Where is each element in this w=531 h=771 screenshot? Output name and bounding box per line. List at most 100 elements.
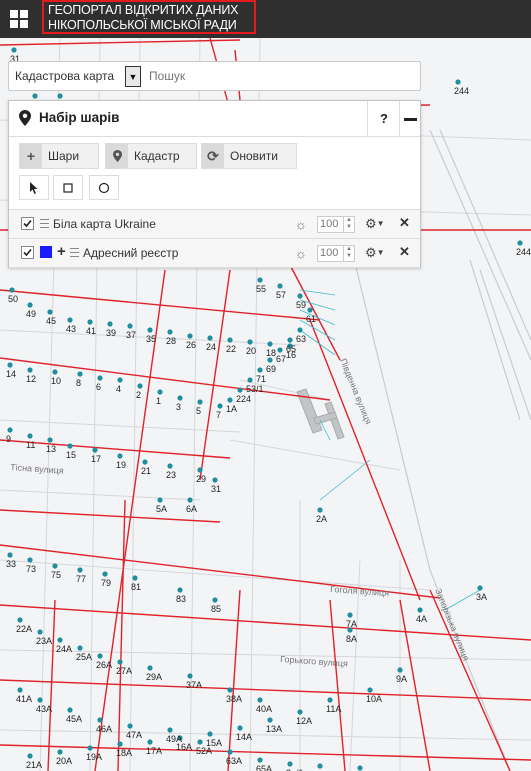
address-point-marker[interactable]: [517, 240, 523, 246]
address-point-marker[interactable]: [177, 395, 183, 401]
address-point-marker[interactable]: [297, 327, 303, 333]
address-point-marker[interactable]: [217, 403, 223, 409]
address-point-marker[interactable]: [127, 323, 133, 329]
search-input[interactable]: [149, 66, 409, 86]
opacity-spinner[interactable]: ▲ ▼: [343, 246, 354, 261]
layer-options-gear-icon[interactable]: ⚙▼: [365, 245, 385, 261]
layer-checkbox[interactable]: [21, 217, 34, 230]
address-point-marker[interactable]: [132, 575, 138, 581]
address-point-marker[interactable]: [142, 459, 148, 465]
address-point-marker[interactable]: [197, 399, 203, 405]
address-point-marker[interactable]: [67, 707, 73, 713]
remove-layer-close-icon[interactable]: ✕: [399, 244, 410, 260]
address-point-marker[interactable]: [77, 567, 83, 573]
pointer-tool-button[interactable]: [19, 175, 49, 200]
address-point-marker[interactable]: [117, 741, 123, 747]
address-point-marker[interactable]: [97, 375, 103, 381]
address-point-marker[interactable]: [357, 765, 363, 771]
address-point-marker[interactable]: [267, 357, 273, 363]
address-point-marker[interactable]: [197, 467, 203, 473]
address-point-marker[interactable]: [197, 739, 203, 745]
address-point-marker[interactable]: [147, 665, 153, 671]
address-point-marker[interactable]: [455, 79, 461, 85]
address-point-marker[interactable]: [77, 371, 83, 377]
address-point-marker[interactable]: [187, 497, 193, 503]
address-point-marker[interactable]: [367, 687, 373, 693]
address-point-marker[interactable]: [47, 437, 53, 443]
address-point-marker[interactable]: [97, 717, 103, 723]
address-point-marker[interactable]: [277, 347, 283, 353]
address-point-marker[interactable]: [177, 587, 183, 593]
opacity-input[interactable]: 100 ▲ ▼: [317, 245, 355, 262]
address-point-marker[interactable]: [27, 433, 33, 439]
address-point-marker[interactable]: [17, 687, 23, 693]
address-point-marker[interactable]: [212, 597, 218, 603]
address-point-marker[interactable]: [287, 761, 293, 767]
address-point-marker[interactable]: [127, 723, 133, 729]
opacity-input[interactable]: 100 ▲ ▼: [317, 216, 355, 233]
rectangle-tool-button[interactable]: [53, 175, 83, 200]
address-point-marker[interactable]: [27, 557, 33, 563]
chevron-down-icon[interactable]: ▼: [125, 66, 141, 87]
address-point-marker[interactable]: [47, 309, 53, 315]
address-point-marker[interactable]: [147, 327, 153, 333]
address-point-marker[interactable]: [157, 389, 163, 395]
address-point-marker[interactable]: [237, 725, 243, 731]
address-point-marker[interactable]: [397, 667, 403, 673]
address-point-marker[interactable]: [307, 307, 313, 313]
address-point-marker[interactable]: [277, 283, 283, 289]
address-point-marker[interactable]: [67, 443, 73, 449]
address-point-marker[interactable]: [37, 629, 43, 635]
address-point-marker[interactable]: [317, 507, 323, 513]
address-point-marker[interactable]: [147, 739, 153, 745]
address-point-marker[interactable]: [227, 337, 233, 343]
address-point-marker[interactable]: [117, 377, 123, 383]
address-point-marker[interactable]: [187, 333, 193, 339]
layer-checkbox[interactable]: [21, 246, 34, 259]
address-point-marker[interactable]: [267, 341, 273, 347]
address-point-marker[interactable]: [52, 563, 58, 569]
drag-handle-icon[interactable]: [40, 219, 49, 228]
address-point-marker[interactable]: [52, 369, 58, 375]
refresh-button[interactable]: ⟳ Оновити: [201, 143, 297, 169]
address-point-marker[interactable]: [92, 447, 98, 453]
cadastre-button[interactable]: Кадастр: [105, 143, 197, 169]
address-point-marker[interactable]: [227, 687, 233, 693]
circle-tool-button[interactable]: [89, 175, 119, 200]
address-point-marker[interactable]: [157, 497, 163, 503]
address-point-marker[interactable]: [287, 337, 293, 343]
drag-handle-icon[interactable]: [70, 248, 79, 257]
address-point-marker[interactable]: [32, 93, 38, 99]
address-point-marker[interactable]: [257, 277, 263, 283]
address-point-marker[interactable]: [107, 321, 113, 327]
map-type-select[interactable]: Кадастрова карта: [13, 66, 127, 86]
address-point-marker[interactable]: [187, 673, 193, 679]
address-point-marker[interactable]: [167, 329, 173, 335]
address-point-marker[interactable]: [257, 367, 263, 373]
opacity-spinner[interactable]: ▲ ▼: [343, 217, 354, 232]
minimize-button[interactable]: [399, 101, 421, 136]
address-point-marker[interactable]: [27, 302, 33, 308]
address-point-marker[interactable]: [87, 745, 93, 751]
expand-plus-icon[interactable]: +: [57, 243, 66, 260]
settings-sun-icon[interactable]: ☼: [295, 246, 307, 261]
address-point-marker[interactable]: [212, 477, 218, 483]
address-point-marker[interactable]: [417, 607, 423, 613]
address-point-marker[interactable]: [117, 659, 123, 665]
help-button[interactable]: ?: [367, 101, 400, 136]
address-point-marker[interactable]: [347, 612, 353, 618]
address-point-marker[interactable]: [17, 617, 23, 623]
address-point-marker[interactable]: [297, 709, 303, 715]
layers-button[interactable]: + Шари: [19, 143, 99, 169]
address-point-marker[interactable]: [27, 367, 33, 373]
address-point-marker[interactable]: [87, 319, 93, 325]
address-point-marker[interactable]: [27, 753, 33, 759]
address-point-marker[interactable]: [37, 697, 43, 703]
address-point-marker[interactable]: [7, 362, 13, 368]
address-point-marker[interactable]: [227, 397, 233, 403]
address-point-marker[interactable]: [57, 93, 63, 99]
address-point-marker[interactable]: [11, 47, 17, 53]
remove-layer-close-icon[interactable]: ✕: [399, 215, 410, 231]
address-point-marker[interactable]: [247, 377, 253, 383]
settings-sun-icon[interactable]: ☼: [295, 217, 307, 232]
